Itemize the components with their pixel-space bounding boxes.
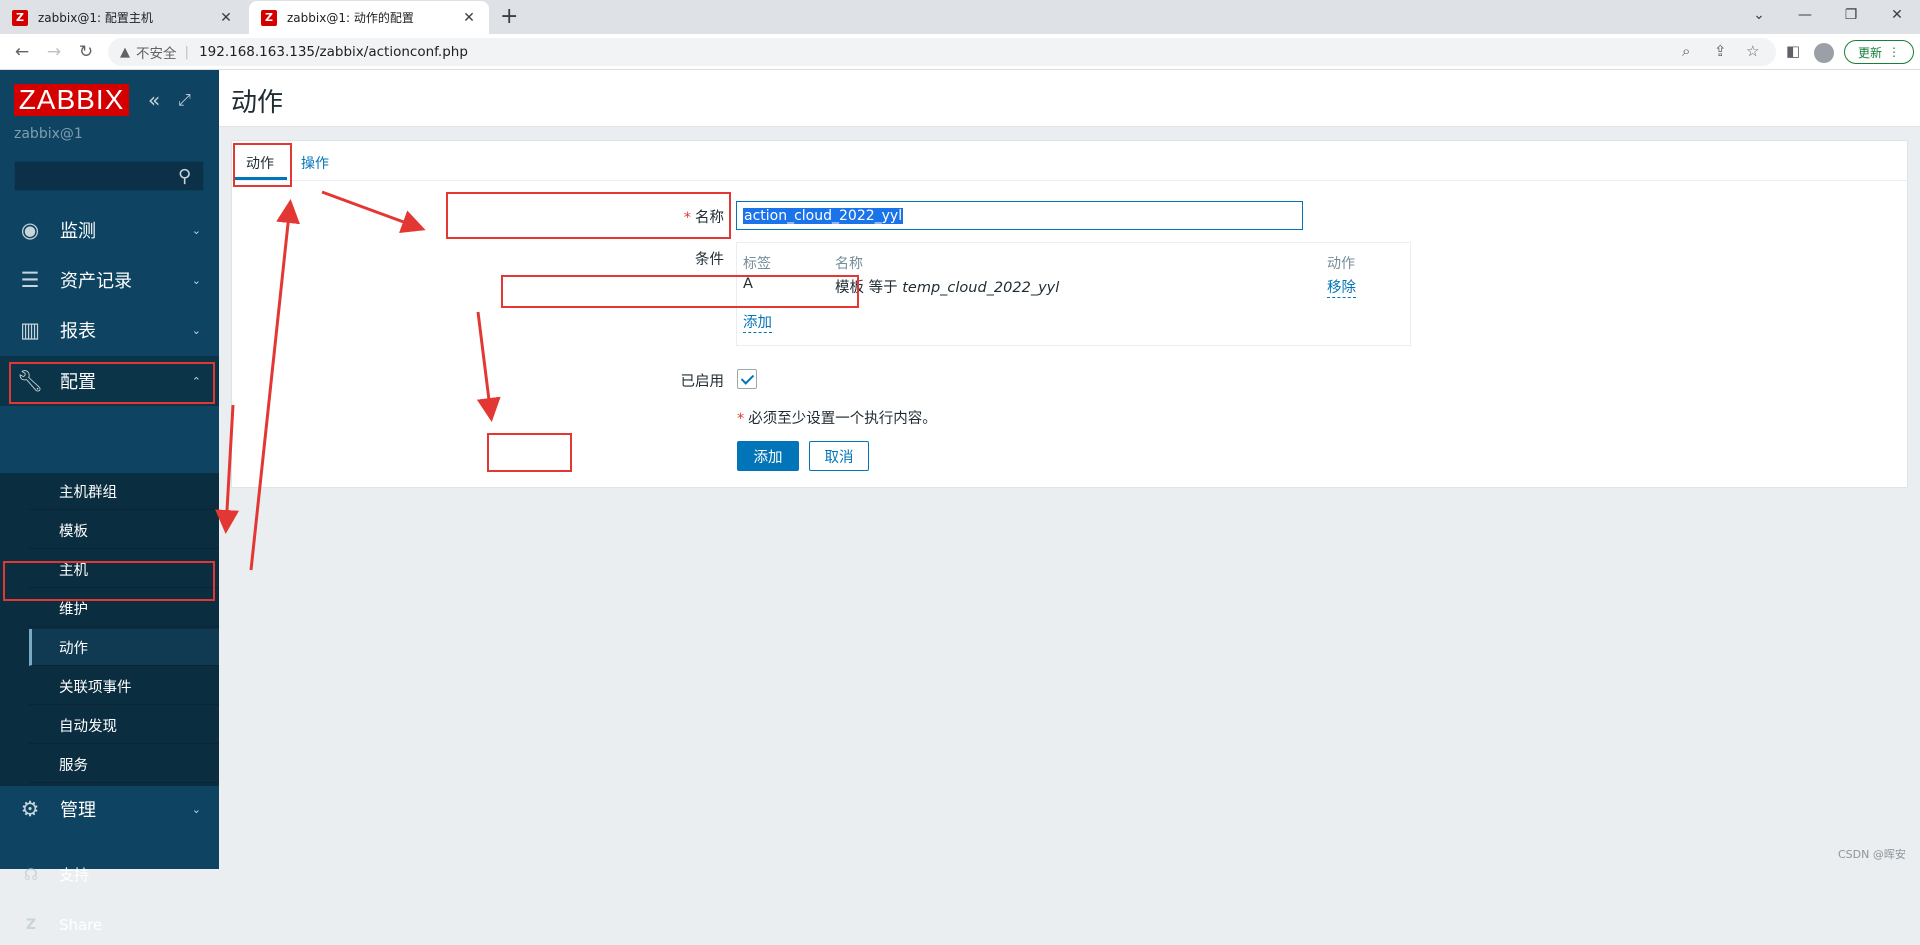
zabbix-share-icon: Z: [25, 917, 37, 933]
url-text: 192.168.163.135/zabbix/actionconf.php: [199, 44, 468, 60]
submenu-item-templates[interactable]: 模板: [29, 512, 219, 549]
list-icon: ☰: [20, 268, 40, 292]
kiosk-mode-icon[interactable]: ⤢: [178, 90, 191, 110]
address-bar: ← → ↻ ▲ 不安全 | 192.168.163.135/zabbix/act…: [0, 34, 1920, 70]
annotation-box-actions: [3, 561, 215, 601]
submenu-item-discovery[interactable]: 自动发现: [29, 707, 219, 744]
update-button[interactable]: 更新 ⋮: [1844, 40, 1914, 64]
tab-search-icon[interactable]: ⌄: [1736, 0, 1782, 30]
browser-tab-title: zabbix@1: 动作的配置: [287, 11, 414, 25]
chevron-down-icon: ⌄: [191, 802, 201, 816]
eye-icon: ◉: [20, 218, 40, 242]
zabbix-logo[interactable]: ZABBIX: [14, 84, 129, 116]
zabbix-favicon-icon: Z: [12, 9, 28, 26]
browser-tab-config-host[interactable]: Z zabbix@1: 配置主机 ✕: [0, 1, 246, 34]
chevron-down-icon: ⌄: [191, 223, 201, 237]
menu-item-label: 管理: [60, 800, 96, 821]
page-header: 动作: [219, 70, 1920, 127]
conditions-header-name: 名称: [835, 256, 863, 272]
profile-avatar[interactable]: [1814, 43, 1834, 63]
zabbix-favicon-icon: Z: [261, 9, 277, 26]
gear-icon: ⚙: [20, 797, 40, 821]
bar-chart-icon: ▥: [20, 318, 40, 342]
add-condition-link[interactable]: 添加: [743, 311, 772, 333]
close-icon[interactable]: ✕: [461, 10, 477, 26]
enabled-checkbox[interactable]: [737, 369, 757, 389]
conditions-header-label: 标签: [743, 256, 771, 272]
annotation-box-add-button: [487, 433, 572, 472]
annotation-box-name: [446, 192, 731, 239]
collapse-sidebar-icon[interactable]: «: [148, 88, 160, 112]
server-name: zabbix@1: [14, 126, 83, 142]
share-label: Share: [59, 916, 103, 934]
url-separator: |: [184, 44, 190, 60]
condition-name-value: temp_cloud_2022_yyl: [902, 280, 1060, 296]
menu-item-monitoring[interactable]: ◉ 监测 ⌄: [0, 205, 219, 255]
conditions-label: 条件: [695, 252, 724, 268]
condition-remove-link[interactable]: 移除: [1327, 276, 1356, 298]
zoom-icon[interactable]: ⌕: [1682, 42, 1690, 60]
menu-item-share[interactable]: Z Share: [0, 905, 219, 945]
url-field[interactable]: ▲ 不安全 | 192.168.163.135/zabbix/actioncon…: [108, 38, 1776, 66]
reload-icon[interactable]: ↻: [74, 40, 98, 64]
browser-tab-action-config[interactable]: Z zabbix@1: 动作的配置 ✕: [249, 1, 489, 34]
name-input-value: action_cloud_2022_yyl: [743, 207, 904, 224]
close-icon[interactable]: ✕: [218, 10, 234, 26]
restore-icon[interactable]: ❐: [1828, 0, 1874, 30]
new-tab-icon[interactable]: +: [500, 4, 518, 29]
required-asterisk: *: [737, 411, 745, 427]
cancel-button[interactable]: 取消: [809, 441, 869, 471]
conditions-header-action: 动作: [1327, 256, 1355, 272]
annotation-box-action-tab: [233, 143, 292, 187]
browser-tab-bar: Z zabbix@1: 配置主机 ✕ Z zabbix@1: 动作的配置 ✕ +…: [0, 0, 1920, 34]
submenu-item-event-correlation[interactable]: 关联项事件: [29, 668, 219, 705]
menu-dots-icon: ⋮: [1888, 45, 1900, 59]
menu-item-administration[interactable]: ⚙ 管理 ⌄: [0, 784, 219, 834]
update-label: 更新: [1857, 45, 1882, 60]
side-panel-icon[interactable]: ◧: [1786, 42, 1800, 60]
menu-item-support[interactable]: ☊ 支持: [0, 854, 219, 894]
search-icon[interactable]: ⚲: [178, 166, 191, 187]
sidebar-search-input[interactable]: [14, 161, 204, 191]
menu-item-reports[interactable]: ▥ 报表 ⌄: [0, 305, 219, 355]
form-tabs: 动作 操作: [232, 141, 1907, 181]
submenu-item-host-groups[interactable]: 主机群组: [29, 473, 219, 510]
window-close-icon[interactable]: ✕: [1874, 0, 1920, 30]
add-button[interactable]: 添加: [737, 441, 799, 471]
note-text: 必须至少设置一个执行内容。: [748, 411, 937, 427]
tab-operations[interactable]: 操作: [301, 153, 329, 173]
annotation-box-configuration: [9, 362, 215, 404]
support-label: 支持: [59, 865, 90, 884]
security-label: 不安全: [136, 46, 177, 62]
enabled-label: 已启用: [680, 374, 725, 390]
menu-item-label: 报表: [60, 321, 96, 342]
headset-icon: ☊: [23, 864, 39, 884]
submenu-item-services[interactable]: 服务: [29, 746, 219, 783]
annotation-box-condition: [501, 275, 859, 308]
warning-icon: ▲: [120, 44, 130, 60]
submenu-item-actions[interactable]: 动作: [29, 629, 219, 666]
back-icon[interactable]: ←: [10, 40, 34, 64]
watermark: CSDN @晖安: [1838, 848, 1906, 861]
bookmark-star-icon[interactable]: ☆: [1746, 42, 1759, 60]
menu-item-inventory[interactable]: ☰ 资产记录 ⌄: [0, 255, 219, 305]
minimize-icon[interactable]: —: [1782, 0, 1828, 30]
sidebar: ZABBIX « ⤢ zabbix@1 ⚲ ◉ 监测 ⌄ ☰ 资产记录 ⌄ ▥ …: [0, 70, 219, 934]
condition-name: 模板 等于 temp_cloud_2022_yyl: [835, 276, 1059, 297]
browser-tab-title: zabbix@1: 配置主机: [38, 11, 153, 25]
name-input[interactable]: action_cloud_2022_yyl: [736, 201, 1303, 230]
menu-item-label: 监测: [60, 221, 96, 242]
operations-required-note: * 必须至少设置一个执行内容。: [737, 407, 937, 428]
chevron-down-icon: ⌄: [191, 323, 201, 337]
share-icon[interactable]: ⇪: [1714, 42, 1727, 60]
page-title: 动作: [231, 88, 284, 118]
forward-icon[interactable]: →: [42, 40, 66, 64]
menu-item-label: 资产记录: [60, 271, 132, 292]
chevron-down-icon: ⌄: [191, 273, 201, 287]
